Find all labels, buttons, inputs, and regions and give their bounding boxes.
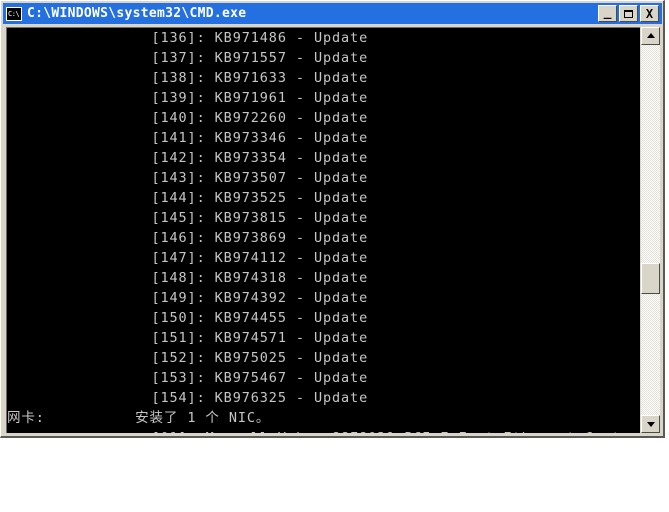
console-line: [01]: Marvell Yukon 88E8039 PCI-E Fast E… bbox=[7, 428, 640, 433]
vertical-scrollbar[interactable] bbox=[641, 27, 660, 433]
console-line: [154]: KB976325 - Update bbox=[7, 390, 369, 406]
console-line: [149]: KB974392 - Update bbox=[7, 290, 369, 306]
console-line: [137]: KB971557 - Update bbox=[7, 50, 369, 66]
console-line: [140]: KB972260 - Update bbox=[7, 110, 369, 126]
minimize-button[interactable]: _ bbox=[598, 5, 617, 22]
console-line: [153]: KB975467 - Update bbox=[7, 370, 369, 386]
minimize-icon: _ bbox=[603, 5, 612, 20]
console-line: [138]: KB971633 - Update bbox=[7, 70, 369, 86]
console-text: [136]: KB971486 - Update [137]: KB971557… bbox=[7, 28, 640, 433]
console-line: [145]: KB973815 - Update bbox=[7, 210, 369, 226]
maximize-button[interactable] bbox=[619, 5, 638, 22]
scroll-up-arrow-icon[interactable] bbox=[641, 27, 660, 45]
console-line: [136]: KB971486 - Update bbox=[7, 30, 369, 46]
title-bar[interactable]: C:\WINDOWS\system32\CMD.exe _ X bbox=[3, 3, 662, 24]
console-line: [143]: KB973507 - Update bbox=[7, 170, 369, 186]
close-icon: X bbox=[645, 6, 654, 21]
console-icon bbox=[6, 6, 22, 21]
console-line: [146]: KB973869 - Update bbox=[7, 230, 369, 246]
console-line: [152]: KB975025 - Update bbox=[7, 350, 369, 366]
window-title: C:\WINDOWS\system32\CMD.exe bbox=[27, 6, 247, 21]
console-line: 网卡: 安装了 1 个 NIC。 bbox=[7, 410, 271, 426]
scroll-down-arrow-icon[interactable] bbox=[641, 415, 660, 433]
window-controls: _ X bbox=[596, 5, 659, 22]
maximize-icon bbox=[620, 6, 637, 21]
cmd-window: C:\WINDOWS\system32\CMD.exe _ X [136]: K… bbox=[0, 0, 665, 438]
close-button[interactable]: X bbox=[640, 5, 659, 22]
console-output-area[interactable]: [136]: KB971486 - Update [137]: KB971557… bbox=[6, 27, 640, 433]
scrollbar-thumb[interactable] bbox=[641, 263, 660, 294]
console-line: [151]: KB974571 - Update bbox=[7, 330, 369, 346]
console-line: [139]: KB971961 - Update bbox=[7, 90, 369, 106]
console-line: [148]: KB974318 - Update bbox=[7, 270, 369, 286]
console-line: [147]: KB974112 - Update bbox=[7, 250, 369, 266]
console-line: [141]: KB973346 - Update bbox=[7, 130, 369, 146]
console-line: [142]: KB973354 - Update bbox=[7, 150, 369, 166]
console-line: [150]: KB974455 - Update bbox=[7, 310, 369, 326]
console-line: [144]: KB973525 - Update bbox=[7, 190, 369, 206]
